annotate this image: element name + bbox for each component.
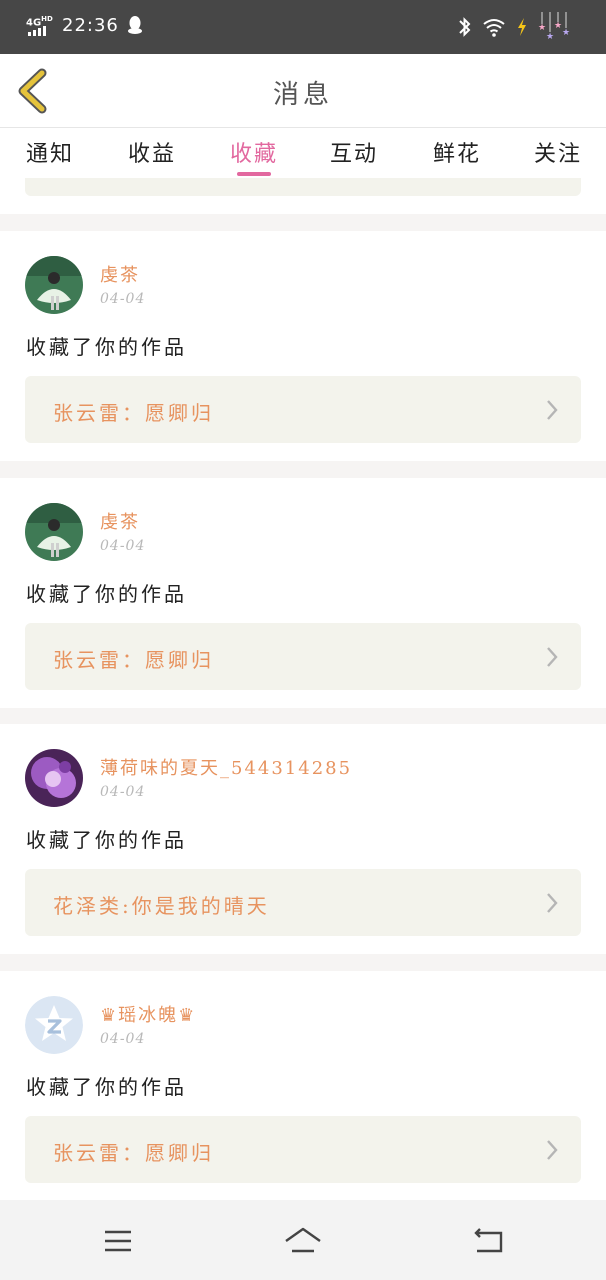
work-link[interactable]: 张云雷：愿卿归 [25, 376, 581, 443]
qq-icon [127, 16, 142, 34]
list-item-partial [0, 178, 606, 214]
work-title: 张云雷：愿卿归 [53, 401, 214, 425]
list-item: 虔茶 04-04 收藏了你的作品 张云雷：愿卿归 [0, 478, 606, 708]
avatar[interactable] [25, 503, 83, 561]
work-title: 张云雷：愿卿归 [53, 648, 214, 672]
username[interactable]: ♛瑶冰魄♛ [100, 1001, 196, 1027]
menu-icon[interactable] [101, 1224, 135, 1258]
action-text: 收藏了你的作品 [26, 582, 187, 606]
tab-earnings[interactable]: 收益 [128, 136, 176, 168]
chevron-right-icon [547, 647, 558, 667]
status-bar-right: ★ ★ ★ ★ [458, 12, 572, 42]
work-link[interactable]: 张云雷：愿卿归 [25, 623, 581, 690]
chevron-right-icon [547, 1140, 558, 1160]
decoration-icon: ★ ★ ★ ★ [538, 12, 570, 42]
work-link[interactable]: 张云雷：愿卿归 [25, 1116, 581, 1183]
clock: 22:36 [62, 14, 119, 36]
username[interactable]: 虔茶 [100, 261, 140, 287]
page-title: 消息 [272, 80, 333, 110]
status-bar: 4GHD 22:36 ★ ★ ★ ★ [0, 0, 606, 54]
action-text: 收藏了你的作品 [26, 828, 187, 852]
tab-indicator [237, 172, 271, 176]
chevron-right-icon [547, 893, 558, 913]
svg-text:★: ★ [554, 21, 562, 31]
work-link[interactable]: 花泽类:你是我的晴天 [25, 869, 581, 936]
svg-text:★: ★ [562, 28, 570, 38]
chevron-right-icon [547, 400, 558, 420]
wifi-icon [483, 19, 505, 37]
tab-notifications[interactable]: 通知 [26, 136, 74, 168]
action-text: 收藏了你的作品 [26, 1075, 187, 1099]
username[interactable]: 薄荷味的夏天_544314285 [100, 754, 352, 780]
work-link-partial[interactable] [25, 178, 581, 196]
tab-following[interactable]: 关注 [534, 136, 582, 168]
svg-text:★: ★ [538, 23, 546, 33]
app-header: 消息 [0, 54, 606, 128]
timestamp: 04-04 [100, 1031, 146, 1047]
work-title: 花泽类:你是我的晴天 [53, 894, 270, 918]
action-text: 收藏了你的作品 [26, 335, 187, 359]
svg-text:★: ★ [546, 32, 554, 42]
work-title: 张云雷：愿卿归 [53, 1141, 214, 1165]
status-bar-left: 4GHD 22:36 [26, 14, 143, 36]
list-item: 薄荷味的夏天_544314285 04-04 收藏了你的作品 花泽类:你是我的晴… [0, 724, 606, 954]
avatar[interactable] [25, 749, 83, 807]
back-icon[interactable] [471, 1224, 505, 1258]
timestamp: 04-04 [100, 538, 146, 554]
charging-icon [518, 18, 526, 36]
tab-interactions[interactable]: 互动 [330, 136, 378, 168]
timestamp: 04-04 [100, 291, 146, 307]
avatar[interactable] [25, 256, 83, 314]
signal-icon: 4GHD [26, 14, 54, 36]
tab-bar: 通知 收益 收藏 互动 鲜花 关注 [0, 128, 606, 178]
tab-flowers[interactable]: 鲜花 [433, 136, 481, 168]
system-nav-bar [0, 1200, 606, 1280]
list-item: ♛瑶冰魄♛ 04-04 收藏了你的作品 张云雷：愿卿归 [0, 971, 606, 1200]
list-item: 虔茶 04-04 收藏了你的作品 张云雷：愿卿归 [0, 231, 606, 461]
timestamp: 04-04 [100, 784, 146, 800]
username[interactable]: 虔茶 [100, 508, 140, 534]
bluetooth-icon [459, 17, 471, 37]
tab-favorites[interactable]: 收藏 [230, 136, 278, 168]
avatar[interactable] [25, 996, 83, 1054]
home-icon[interactable] [283, 1224, 323, 1258]
message-list: 虔茶 04-04 收藏了你的作品 张云雷：愿卿归 虔茶 04-04 收藏了你的作… [0, 178, 606, 1200]
